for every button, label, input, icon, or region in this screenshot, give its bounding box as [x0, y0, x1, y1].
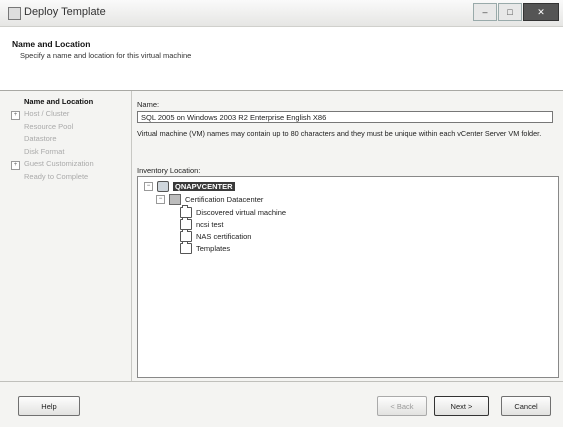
step-guest-customization[interactable]: + Guest Customization — [11, 159, 94, 170]
tree-node-label: NAS certification — [196, 232, 252, 241]
datacenter-icon — [169, 194, 181, 205]
step-resource-pool[interactable]: Resource Pool — [24, 122, 73, 131]
tree-node-label: Certification Datacenter — [185, 195, 264, 204]
tree-node-label: ncsi test — [196, 220, 224, 229]
next-button[interactable]: Next > — [434, 396, 489, 416]
step-datastore[interactable]: Datastore — [24, 134, 57, 143]
expand-icon[interactable]: + — [11, 161, 20, 170]
header-title: Name and Location — [12, 39, 91, 49]
help-button[interactable]: Help — [18, 396, 80, 416]
tree-node-datacenter[interactable]: − Certification Datacenter — [156, 194, 263, 205]
tree-node-label: QNAPVCENTER — [173, 182, 235, 191]
vcenter-icon — [157, 181, 169, 192]
back-button[interactable]: < Back — [377, 396, 427, 416]
step-label: Guest Customization — [24, 159, 94, 168]
wizard-header: Name and Location Specify a name and loc… — [0, 27, 563, 91]
tree-node-folder[interactable]: Discovered virtual machine — [180, 205, 287, 218]
step-ready-to-complete[interactable]: Ready to Complete — [24, 172, 88, 181]
name-label: Name: — [137, 100, 160, 109]
step-disk-format[interactable]: Disk Format — [24, 147, 64, 156]
window-controls: – □ ✕ — [472, 3, 559, 21]
footer-divider — [0, 381, 563, 382]
tree-node-folder[interactable]: Templates — [180, 241, 231, 254]
expand-icon[interactable]: + — [11, 111, 20, 120]
folder-icon — [180, 241, 192, 254]
step-name-and-location[interactable]: Name and Location — [24, 97, 93, 106]
step-label: Host / Cluster — [24, 109, 70, 118]
wizard-steps-nav: Name and Location + Host / Cluster Resour… — [0, 91, 131, 381]
cancel-button[interactable]: Cancel — [501, 396, 551, 416]
step-host-cluster[interactable]: + Host / Cluster — [11, 109, 69, 120]
name-help-text: Virtual machine (VM) names may contain u… — [137, 129, 542, 138]
collapse-icon[interactable]: − — [156, 195, 165, 204]
close-button[interactable]: ✕ — [523, 3, 559, 21]
minimize-button[interactable]: – — [473, 3, 497, 21]
app-icon — [8, 7, 21, 20]
deploy-template-window: Deploy Template – □ ✕ Name and Location … — [0, 0, 563, 427]
tree-node-folder[interactable]: NAS certification — [180, 229, 252, 242]
inventory-location-label: Inventory Location: — [137, 166, 201, 175]
vm-name-input[interactable]: SQL 2005 on Windows 2003 R2 Enterprise E… — [137, 111, 553, 123]
collapse-icon[interactable]: − — [144, 182, 153, 191]
maximize-button[interactable]: □ — [498, 3, 522, 21]
window-title: Deploy Template — [24, 6, 106, 18]
inventory-tree[interactable]: − QNAPVCENTER − Certification Datacenter… — [137, 176, 559, 378]
tree-node-vcenter[interactable]: − QNAPVCENTER — [144, 181, 235, 192]
wizard-content: Name: SQL 2005 on Windows 2003 R2 Enterp… — [132, 91, 563, 381]
header-subtitle: Specify a name and location for this vir… — [20, 51, 192, 60]
title-bar: Deploy Template – □ ✕ — [0, 0, 563, 27]
tree-node-label: Templates — [196, 244, 231, 253]
tree-node-label: Discovered virtual machine — [196, 208, 287, 217]
